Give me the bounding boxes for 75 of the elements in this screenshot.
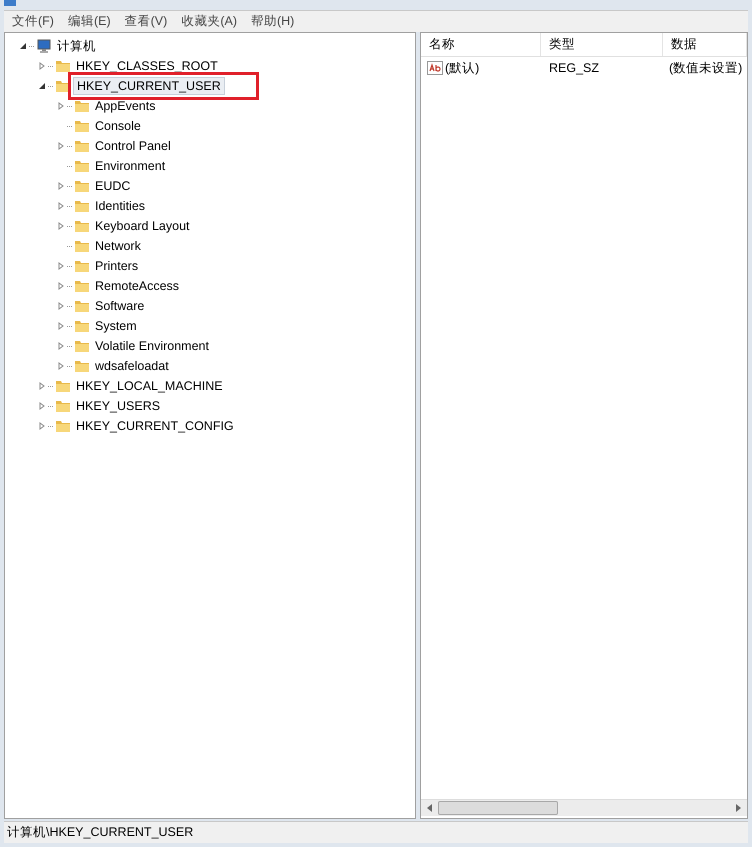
folder-icon bbox=[55, 398, 71, 414]
folder-icon bbox=[74, 138, 90, 154]
expand-arrow-icon[interactable] bbox=[57, 362, 65, 370]
tree-item[interactable]: Network bbox=[91, 236, 145, 255]
folder-icon bbox=[74, 118, 90, 134]
folder-icon bbox=[55, 378, 71, 394]
folder-icon bbox=[74, 338, 90, 354]
horizontal-scrollbar[interactable] bbox=[421, 799, 747, 816]
tree-item[interactable]: HKEY_CURRENT_CONFIG bbox=[72, 416, 238, 435]
tree-item[interactable]: 计算机 bbox=[53, 36, 100, 55]
expand-arrow-icon[interactable] bbox=[57, 102, 65, 110]
tree-item[interactable]: Software bbox=[91, 296, 148, 315]
folder-icon bbox=[74, 278, 90, 294]
folder-icon bbox=[74, 358, 90, 374]
folder-icon bbox=[74, 198, 90, 214]
expand-arrow-icon[interactable] bbox=[57, 182, 65, 190]
expand-arrow-icon[interactable] bbox=[38, 422, 46, 430]
folder-icon bbox=[74, 238, 90, 254]
folder-icon bbox=[74, 98, 90, 114]
tree-item[interactable]: Identities bbox=[91, 196, 150, 215]
expand-arrow-icon[interactable] bbox=[57, 282, 65, 290]
column-header[interactable]: 名称 bbox=[421, 33, 541, 56]
column-header[interactable]: 数据 bbox=[663, 33, 747, 56]
tree-item[interactable]: Control Panel bbox=[91, 136, 175, 155]
folder-icon bbox=[74, 258, 90, 274]
tree-item[interactable]: AppEvents bbox=[91, 96, 160, 115]
tree-item[interactable]: EUDC bbox=[91, 176, 134, 195]
tree-item[interactable]: HKEY_CURRENT_USER bbox=[73, 76, 225, 95]
tree-item[interactable]: RemoteAccess bbox=[91, 276, 184, 295]
tree-item[interactable]: Console bbox=[91, 116, 145, 135]
table-cell-text: (默认) bbox=[445, 60, 480, 77]
scroll-left-icon[interactable] bbox=[427, 804, 432, 812]
scrollbar-thumb[interactable] bbox=[438, 801, 558, 815]
menu-item[interactable]: 查看(V) bbox=[124, 12, 168, 31]
tree-item[interactable]: Keyboard Layout bbox=[91, 216, 194, 235]
folder-icon bbox=[74, 298, 90, 314]
tree-item[interactable]: Environment bbox=[91, 156, 170, 175]
computer-icon bbox=[36, 38, 52, 54]
collapse-arrow-icon[interactable] bbox=[19, 42, 27, 50]
folder-icon bbox=[55, 78, 71, 94]
expand-arrow-icon[interactable] bbox=[57, 322, 65, 330]
table-cell: (数值未设置) bbox=[669, 60, 742, 75]
table-cell: REG_SZ bbox=[549, 60, 600, 75]
expand-arrow-icon[interactable] bbox=[57, 302, 65, 310]
expand-arrow-icon[interactable] bbox=[57, 342, 65, 350]
folder-icon bbox=[74, 178, 90, 194]
tree-item[interactable]: System bbox=[91, 316, 141, 335]
column-header[interactable]: 类型 bbox=[541, 33, 663, 56]
folder-icon bbox=[74, 158, 90, 174]
collapse-arrow-icon[interactable] bbox=[38, 82, 46, 90]
menu-item[interactable]: 文件(F) bbox=[12, 12, 54, 31]
expand-arrow-icon[interactable] bbox=[57, 222, 65, 230]
expand-arrow-icon[interactable] bbox=[38, 62, 46, 70]
tree-item[interactable]: wdsafeloadat bbox=[91, 356, 173, 375]
tree-item[interactable]: Printers bbox=[91, 256, 142, 275]
tree-item[interactable]: HKEY_LOCAL_MACHINE bbox=[72, 376, 227, 395]
menu-item[interactable]: 收藏夹(A) bbox=[181, 12, 237, 31]
scroll-right-icon[interactable] bbox=[736, 804, 741, 812]
menu-item[interactable]: 编辑(E) bbox=[68, 12, 111, 31]
menu-item[interactable]: 帮助(H) bbox=[250, 12, 294, 31]
tree-item[interactable]: Volatile Environment bbox=[91, 336, 213, 355]
app-icon bbox=[4, 0, 16, 6]
tree-item[interactable]: HKEY_USERS bbox=[72, 396, 164, 415]
folder-icon bbox=[74, 218, 90, 234]
tree-item[interactable]: HKEY_CLASSES_ROOT bbox=[72, 56, 222, 75]
expand-arrow-icon[interactable] bbox=[57, 142, 65, 150]
expand-arrow-icon[interactable] bbox=[57, 202, 65, 210]
expand-arrow-icon[interactable] bbox=[38, 402, 46, 410]
expand-arrow-icon[interactable] bbox=[57, 262, 65, 270]
expand-arrow-icon[interactable] bbox=[38, 382, 46, 390]
string-value-icon bbox=[427, 61, 443, 75]
status-bar-text: 计算机\HKEY_CURRENT_USER bbox=[7, 824, 194, 842]
folder-icon bbox=[55, 418, 71, 434]
folder-icon bbox=[74, 318, 90, 334]
folder-icon bbox=[55, 58, 71, 74]
